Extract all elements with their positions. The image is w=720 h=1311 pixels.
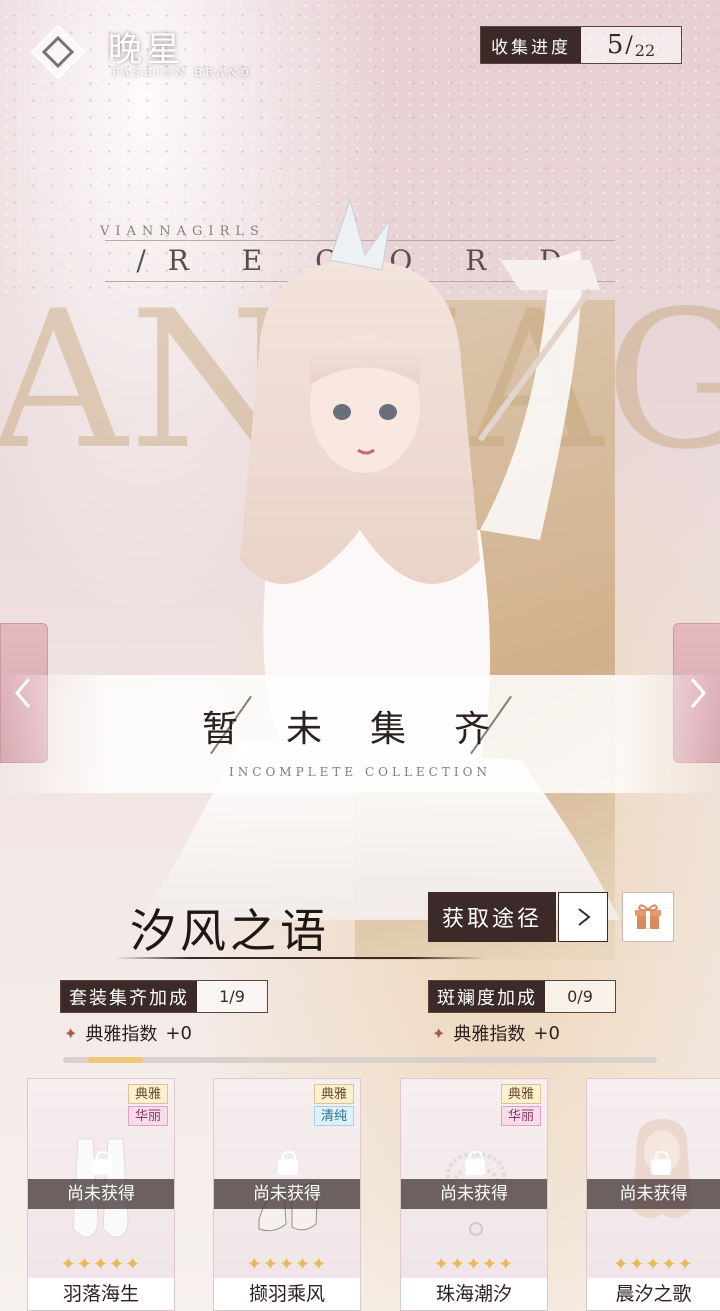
set-bonus-value: 1/9 <box>219 987 245 1006</box>
set-bonus-label: 套装集齐加成 <box>61 981 197 1012</box>
style-tag: 典雅 <box>128 1084 168 1104</box>
style-tag: 华丽 <box>128 1106 168 1126</box>
lock-icon <box>465 1151 485 1175</box>
style-tag: 典雅 <box>501 1084 541 1104</box>
bonus-attribute-name: 典雅指数 <box>85 1024 158 1045</box>
chevron-right-icon <box>578 908 591 926</box>
progress-current: 5 <box>606 30 624 60</box>
spot-bonus-value: 0/9 <box>567 987 593 1006</box>
item-status: 尚未获得 <box>401 1179 547 1209</box>
character-illustration <box>140 200 620 920</box>
suit-name-underline <box>115 957 485 959</box>
item-name: 羽落海生 <box>28 1278 174 1310</box>
incomplete-title: 暂未集齐 <box>201 709 538 750</box>
set-bonus-stat: 套装集齐加成 1/9 <box>60 980 268 1013</box>
gift-icon <box>635 904 661 929</box>
progress-total: 22 <box>634 40 656 60</box>
item-card[interactable]: 典雅 华丽 尚未获得 ✦✦✦✦✦ 珠海潮汐 <box>400 1078 548 1311</box>
style-tag: 华丽 <box>501 1106 541 1126</box>
progress-label: 收集进度 <box>481 27 581 63</box>
back-button-icon[interactable] <box>28 22 88 82</box>
item-status: 尚未获得 <box>214 1179 360 1209</box>
item-card[interactable]: 典雅 华丽 尚未获得 ✦✦✦✦✦ 羽落海生 <box>27 1078 175 1311</box>
scrollbar-thumb[interactable] <box>88 1057 143 1063</box>
rarity-stars: ✦✦✦✦✦ <box>433 1254 515 1275</box>
spot-bonus-attribute: ✦ 典雅指数 +0 <box>432 1020 560 1046</box>
brand-title: 晚星 <box>108 30 184 70</box>
bonus-attribute-name: 典雅指数 <box>453 1024 526 1045</box>
spot-bonus-stat: 斑斓度加成 0/9 <box>428 980 616 1013</box>
item-name: 珠海潮汐 <box>401 1278 547 1310</box>
obtain-arrow-button[interactable] <box>558 892 608 942</box>
item-card[interactable]: 典雅 清纯 尚未获得 ✦✦✦✦✦ 撷羽乘风 <box>213 1078 361 1311</box>
bonus-attribute-value: +0 <box>165 1022 192 1044</box>
set-bonus-attribute: ✦ 典雅指数 +0 <box>64 1020 192 1046</box>
lock-icon <box>278 1151 298 1175</box>
progress-slash: / <box>625 32 633 58</box>
gift-button[interactable] <box>622 892 674 942</box>
style-tag: 清纯 <box>314 1106 354 1126</box>
brand-subtitle: FASHION BRAND <box>112 66 252 79</box>
lock-icon <box>92 1151 112 1175</box>
rarity-stars: ✦✦✦✦✦ <box>246 1254 328 1275</box>
rarity-stars: ✦✦✦✦✦ <box>60 1254 142 1275</box>
rarity-stars: ✦✦✦✦✦ <box>613 1254 694 1275</box>
items-scrollbar[interactable] <box>63 1057 657 1063</box>
incomplete-subtitle: INCOMPLETE COLLECTION <box>229 765 491 779</box>
item-status: 尚未获得 <box>28 1179 174 1209</box>
sparkle-icon: ✦ <box>432 1023 446 1043</box>
progress-value: 5 / 22 <box>581 27 681 63</box>
obtain-method-button[interactable]: 获取途径 <box>428 892 556 942</box>
item-status: 尚未获得 <box>587 1179 720 1209</box>
item-name: 晨汐之歌 <box>587 1278 720 1310</box>
item-card[interactable]: 尚未获得 ✦✦✦✦✦ 晨汐之歌 <box>586 1078 720 1311</box>
item-name: 撷羽乘风 <box>214 1278 360 1310</box>
style-tag: 典雅 <box>314 1084 354 1104</box>
spot-bonus-label: 斑斓度加成 <box>429 981 545 1012</box>
collection-progress: 收集进度 5 / 22 <box>480 26 682 64</box>
lock-icon <box>651 1151 671 1175</box>
bonus-attribute-value: +0 <box>533 1022 560 1044</box>
sparkle-icon: ✦ <box>64 1023 78 1043</box>
suit-name: 汐风之语 <box>130 904 330 958</box>
